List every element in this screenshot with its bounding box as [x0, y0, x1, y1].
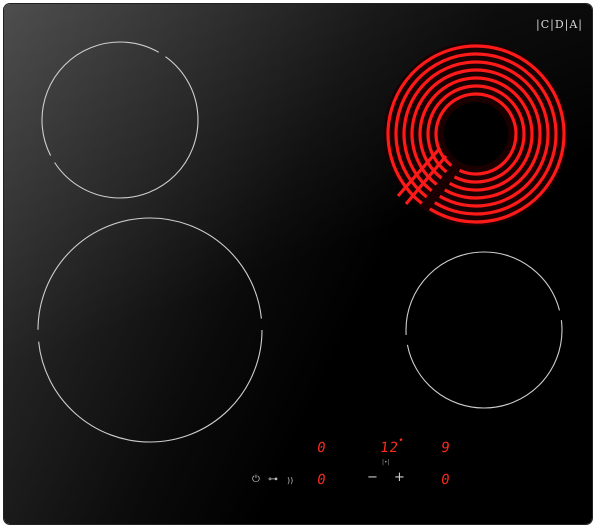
minus-button[interactable]: − — [367, 470, 378, 485]
cooking-zones — [37, 10, 592, 443]
heating-element-center — [444, 102, 508, 166]
brand-logo: |C|D|A| — [536, 18, 584, 31]
power-icon[interactable]: ⏻ — [252, 474, 260, 485]
zone-top-left[interactable] — [41, 41, 199, 199]
key-icon[interactable]: ⊶ — [268, 474, 278, 485]
ceramic-hob: |C|D|A| 0 12 • |•| 9 0 0 ⏻ ⊶ )) − + — [4, 4, 592, 524]
plus-button[interactable]: + — [394, 470, 405, 485]
zone-top-right-heating-element[interactable] — [352, 10, 592, 257]
timer-icon[interactable]: )) — [287, 476, 293, 485]
timer-indicator-icon: |•| — [382, 459, 390, 466]
zone-bottom-left[interactable] — [37, 217, 263, 443]
zone-bottom-right[interactable] — [405, 251, 563, 409]
